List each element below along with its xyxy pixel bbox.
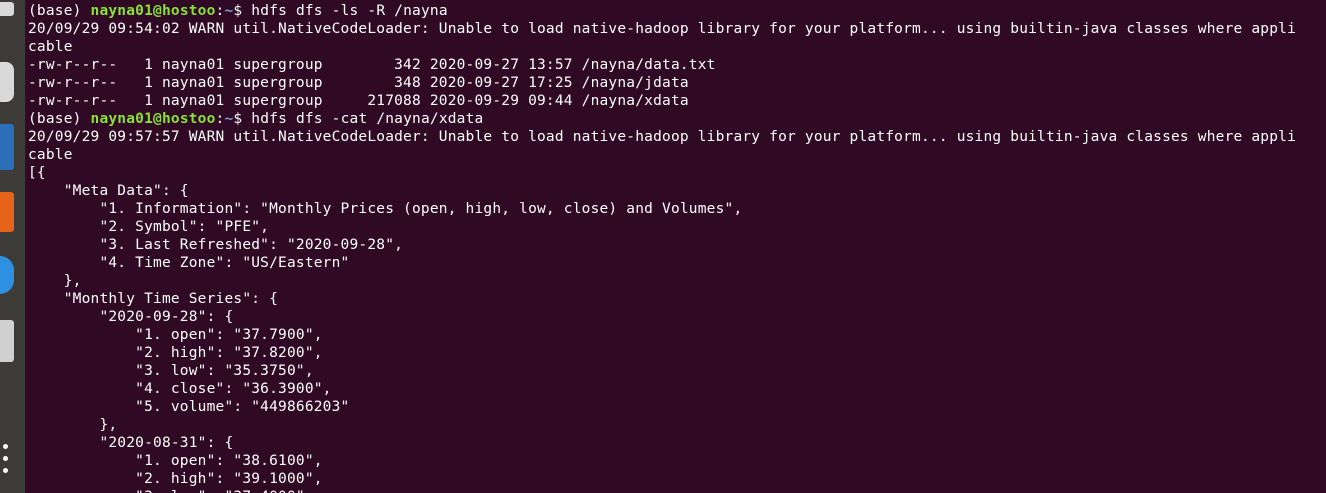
output-text: "2020-09-28": { [28, 309, 234, 325]
terminal-output[interactable]: (base) nayna01@hostoo:~$ hdfs dfs -ls -R… [28, 2, 1324, 493]
output-line: "1. open": "38.6100", [28, 452, 1324, 470]
terminal-app-icon[interactable] [0, 320, 14, 362]
output-text: "5. volume": "449866203" [28, 399, 350, 415]
prompt-env: (base) [28, 3, 91, 19]
dock-divider [25, 0, 26, 493]
command-text: hdfs dfs -cat /nayna/xdata [251, 111, 484, 127]
prompt-symbol: $ [233, 111, 252, 127]
output-text: "2020-08-31": { [28, 435, 234, 451]
output-text: "Meta Data": { [28, 183, 189, 199]
prompt-user-host: nayna01@hostoo [90, 3, 216, 19]
output-line: "Monthly Time Series": { [28, 290, 1324, 308]
prompt-line: (base) nayna01@hostoo:~$ hdfs dfs -cat /… [28, 110, 1324, 128]
output-text: cable [28, 39, 73, 55]
output-text: "Monthly Time Series": { [28, 291, 279, 307]
output-line: "4. close": "36.3900", [28, 380, 1324, 398]
output-line: "3. low": "35.3750", [28, 362, 1324, 380]
prompt-line: (base) nayna01@hostoo:~$ hdfs dfs -ls -R… [28, 2, 1324, 20]
output-line: "3. Last Refreshed": "2020-09-28", [28, 236, 1324, 254]
output-line: "1. open": "37.7900", [28, 326, 1324, 344]
output-line: "4. Time Zone": "US/Eastern" [28, 254, 1324, 272]
output-text: }, [28, 417, 118, 433]
output-line: cable [28, 146, 1324, 164]
output-line: -rw-r--r-- 1 nayna01 supergroup 348 2020… [28, 74, 1324, 92]
output-line: "Meta Data": { [28, 182, 1324, 200]
output-line: 20/09/29 09:54:02 WARN util.NativeCodeLo… [28, 20, 1324, 38]
output-text: 20/09/29 09:57:57 WARN util.NativeCodeLo… [28, 129, 1297, 145]
output-line: "2. Symbol": "PFE", [28, 218, 1324, 236]
output-line: }, [28, 272, 1324, 290]
output-line: [{ [28, 164, 1324, 182]
prompt-env: (base) [28, 111, 91, 127]
prompt-symbol: $ [233, 3, 252, 19]
output-text: }, [28, 273, 82, 289]
output-text: "1. Information": "Monthly Prices (open,… [28, 201, 743, 217]
output-line: "5. volume": "449866203" [28, 398, 1324, 416]
writer-icon[interactable] [0, 124, 14, 170]
output-line: -rw-r--r-- 1 nayna01 supergroup 342 2020… [28, 56, 1324, 74]
output-line: "3. low": "37.4000", [28, 488, 1324, 493]
files-icon[interactable] [0, 2, 14, 16]
output-text: "3. Last Refreshed": "2020-09-28", [28, 237, 404, 253]
output-text: "1. open": "37.7900", [28, 327, 323, 343]
output-line: cable [28, 38, 1324, 56]
output-text: -rw-r--r-- 1 nayna01 supergroup 217088 2… [28, 93, 689, 109]
output-line: "2020-09-28": { [28, 308, 1324, 326]
output-text: "2. Symbol": "PFE", [28, 219, 270, 235]
output-line: 20/09/29 09:57:57 WARN util.NativeCodeLo… [28, 128, 1324, 146]
output-text: -rw-r--r-- 1 nayna01 supergroup 342 2020… [28, 57, 716, 73]
software-center-icon[interactable] [0, 192, 14, 232]
output-text: -rw-r--r-- 1 nayna01 supergroup 348 2020… [28, 75, 689, 91]
output-text: "4. Time Zone": "US/Eastern" [28, 255, 350, 271]
launcher-dock [0, 0, 25, 493]
output-line: "2. high": "39.1000", [28, 470, 1324, 488]
help-icon[interactable] [0, 256, 14, 294]
output-line: "2020-08-31": { [28, 434, 1324, 452]
output-text: "2. high": "39.1000", [28, 471, 323, 487]
output-text: 20/09/29 09:54:02 WARN util.NativeCodeLo… [28, 21, 1297, 37]
output-text: "2. high": "37.8200", [28, 345, 323, 361]
output-text: "4. close": "36.3900", [28, 381, 332, 397]
output-text: [{ [28, 165, 46, 181]
output-line: -rw-r--r-- 1 nayna01 supergroup 217088 2… [28, 92, 1324, 110]
output-text: cable [28, 147, 73, 163]
output-text: "1. open": "38.6100", [28, 453, 323, 469]
show-applications-icon[interactable] [3, 444, 9, 480]
files-icon[interactable] [0, 62, 14, 102]
output-line: "2. high": "37.8200", [28, 344, 1324, 362]
prompt-user-host: nayna01@hostoo [90, 111, 216, 127]
output-line: "1. Information": "Monthly Prices (open,… [28, 200, 1324, 218]
output-line: }, [28, 416, 1324, 434]
output-text: "3. low": "35.3750", [28, 363, 314, 379]
output-text: "3. low": "37.4000", [28, 489, 314, 493]
command-text: hdfs dfs -ls -R /nayna [251, 3, 448, 19]
